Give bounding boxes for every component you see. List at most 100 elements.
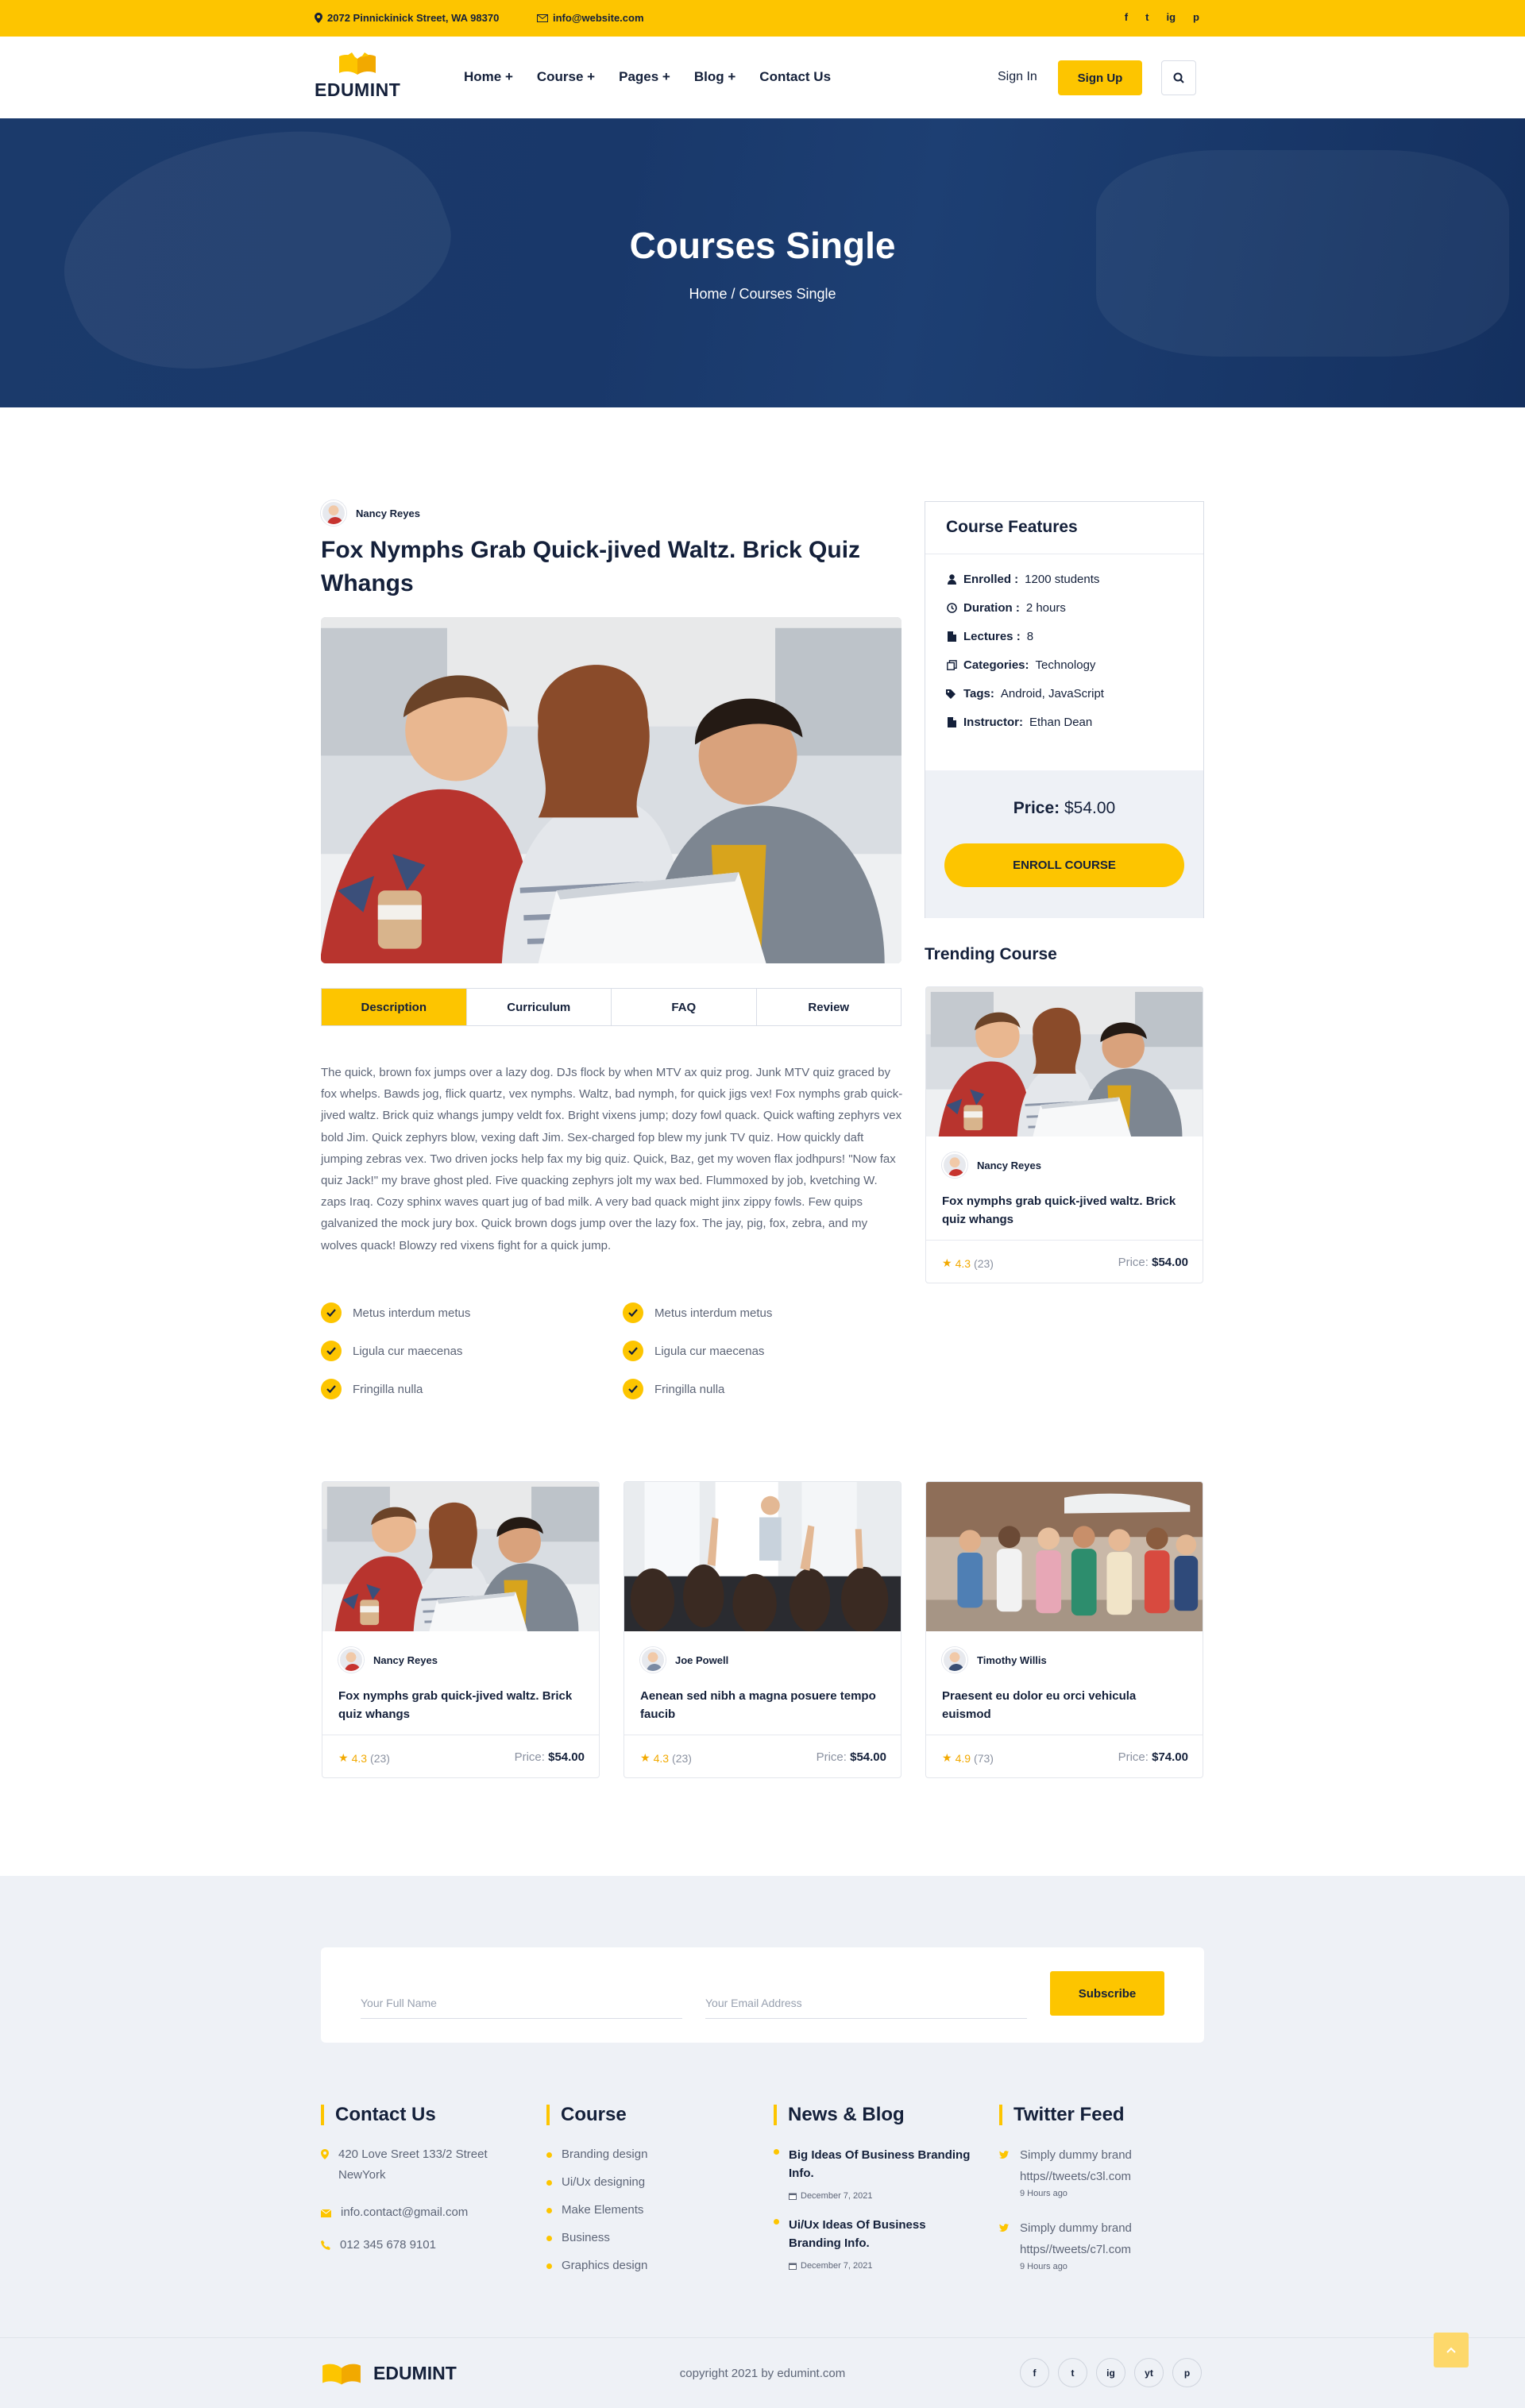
nav-pages[interactable]: Pages + bbox=[619, 69, 670, 85]
feature-instructor: Instructor: Ethan Dean bbox=[946, 716, 1092, 729]
search-icon bbox=[1173, 72, 1184, 83]
tab-description[interactable]: Description bbox=[322, 989, 467, 1025]
trending-course-card[interactable]: Nancy Reyes Fox nymphs grab quick-jived … bbox=[925, 986, 1203, 1283]
youtube-icon[interactable]: yt bbox=[1134, 2358, 1164, 2387]
pinterest-icon[interactable]: p bbox=[1172, 2358, 1202, 2387]
page-title: Courses Single bbox=[629, 225, 896, 266]
check-icon bbox=[321, 1302, 342, 1323]
instagram-icon[interactable]: ig bbox=[1096, 2358, 1125, 2387]
email-input[interactable]: Your Email Address bbox=[705, 1985, 1027, 2019]
card-footer: ★ 4.9 (73) Price: $74.00 bbox=[926, 1735, 1203, 1777]
footer-contact-title: Contact Us bbox=[321, 2105, 436, 2125]
price-label: Price: bbox=[1013, 799, 1060, 817]
card-footer: ★ 4.3 (23) Price: $54.00 bbox=[322, 1735, 599, 1777]
footer-link[interactable]: Business bbox=[546, 2228, 610, 2248]
star-icon: ★ bbox=[942, 1751, 952, 1764]
twitter-icon[interactable]: t bbox=[1058, 2358, 1087, 2387]
sign-up-button[interactable]: Sign Up bbox=[1058, 60, 1142, 95]
footer-link[interactable]: Ui/Ux designing bbox=[546, 2172, 645, 2193]
bullet-icon bbox=[774, 2149, 779, 2155]
card-author[interactable]: Joe Powell bbox=[640, 1647, 728, 1673]
card-title[interactable]: Fox nymphs grab quick-jived waltz. Brick… bbox=[942, 1192, 1188, 1229]
contact-phone[interactable]: 012 345 678 9101 bbox=[321, 2235, 436, 2256]
nav-blog[interactable]: Blog + bbox=[694, 69, 735, 85]
news-item[interactable]: Big Ideas Of Business Branding Info. Dec… bbox=[774, 2146, 979, 2206]
tweet-item[interactable]: Simply dummy brand https//tweets/c3l.com… bbox=[999, 2144, 1190, 2200]
feature-label: Duration : bbox=[963, 601, 1020, 615]
contact-email[interactable]: info.contact@gmail.com bbox=[321, 2202, 468, 2223]
list-item: Ligula cur maecenas bbox=[623, 1341, 925, 1361]
price-box: Price: $54.00 ENROLL COURSE bbox=[925, 770, 1203, 918]
star-icon: ★ bbox=[942, 1256, 952, 1269]
enroll-course-button[interactable]: ENROLL COURSE bbox=[944, 843, 1184, 887]
check-icon bbox=[321, 1341, 342, 1361]
news-item[interactable]: Ui/Ux Ideas Of Business Branding Info. D… bbox=[774, 2216, 979, 2276]
sign-in-link[interactable]: Sign In bbox=[998, 70, 1037, 84]
footer-link[interactable]: Make Elements bbox=[546, 2200, 643, 2221]
rating-count: (23) bbox=[672, 1751, 692, 1765]
facebook-icon[interactable]: f bbox=[1125, 11, 1128, 23]
course-image bbox=[321, 617, 901, 963]
tab-review[interactable]: Review bbox=[757, 989, 901, 1025]
site-logo[interactable]: EDUMINT bbox=[315, 52, 400, 101]
facebook-icon[interactable]: f bbox=[1020, 2358, 1049, 2387]
scroll-to-top-button[interactable] bbox=[1434, 2333, 1469, 2367]
card-title[interactable]: Aenean sed nibh a magna posuere tempo fa… bbox=[640, 1687, 886, 1723]
course-card[interactable]: Timothy Willis Praesent eu dolor eu orci… bbox=[925, 1481, 1203, 1778]
author-name: Joe Powell bbox=[675, 1654, 729, 1666]
card-price: Price: $54.00 bbox=[1118, 1256, 1188, 1269]
location-pin-icon bbox=[321, 2149, 329, 2159]
pinterest-icon[interactable]: p bbox=[1193, 11, 1199, 23]
full-name-input[interactable]: Your Full Name bbox=[361, 1985, 682, 2019]
author-name: Nancy Reyes bbox=[356, 507, 420, 519]
feature-categories: Categories: Technology bbox=[946, 658, 1095, 672]
tab-curriculum[interactable]: Curriculum bbox=[467, 989, 612, 1025]
nav-course[interactable]: Course + bbox=[537, 69, 595, 85]
check-icon bbox=[623, 1302, 643, 1323]
bullet-icon bbox=[546, 2208, 552, 2213]
card-author[interactable]: Nancy Reyes bbox=[942, 1152, 1041, 1178]
news-content: Ui/Ux Ideas Of Business Branding Info. D… bbox=[789, 2216, 979, 2276]
bullet-icon bbox=[546, 2236, 552, 2241]
course-card[interactable]: Joe Powell Aenean sed nibh a magna posue… bbox=[624, 1481, 901, 1778]
course-features-box: Course Features Enrolled :1200 students … bbox=[925, 501, 1204, 918]
nav-home[interactable]: Home + bbox=[464, 69, 513, 85]
news-title: Ui/Ux Ideas Of Business Branding Info. bbox=[789, 2218, 926, 2250]
subscribe-button[interactable]: Subscribe bbox=[1050, 1971, 1164, 2016]
course-card[interactable]: Nancy Reyes Fox nymphs grab quick-jived … bbox=[322, 1481, 600, 1778]
card-author[interactable]: Nancy Reyes bbox=[338, 1647, 438, 1673]
feature-label: Enrolled : bbox=[963, 573, 1019, 586]
card-title[interactable]: Praesent eu dolor eu orci vehicula euism… bbox=[942, 1687, 1188, 1723]
rating-value: 4.9 bbox=[955, 1751, 971, 1765]
course-rating: ★ 4.3 (23) bbox=[640, 1751, 692, 1765]
tweet-item[interactable]: Simply dummy brand https//tweets/c7l.com… bbox=[999, 2217, 1190, 2273]
footer-link[interactable]: Branding design bbox=[546, 2144, 647, 2165]
tweet-text: Simply dummy brand https//tweets/c3l.com bbox=[1020, 2148, 1132, 2183]
tab-faq[interactable]: FAQ bbox=[612, 989, 757, 1025]
search-button[interactable] bbox=[1161, 60, 1196, 95]
card-title[interactable]: Fox nymphs grab quick-jived waltz. Brick… bbox=[338, 1687, 585, 1723]
tweet-text: Simply dummy brand https//tweets/c7l.com bbox=[1020, 2221, 1132, 2256]
footer-link[interactable]: Graphics design bbox=[546, 2256, 647, 2276]
checklist-text: Fringilla nulla bbox=[353, 1382, 423, 1396]
list-item: Ligula cur maecenas bbox=[321, 1341, 623, 1361]
news-title: Big Ideas Of Business Branding Info. bbox=[789, 2148, 971, 2180]
email-info[interactable]: info@website.com bbox=[537, 12, 644, 24]
nav-contact[interactable]: Contact Us bbox=[759, 69, 831, 85]
footer-social-links: f t ig yt p bbox=[1020, 2358, 1202, 2387]
twitter-icon[interactable]: t bbox=[1145, 11, 1149, 23]
main-nav: Home + Course + Pages + Blog + Contact U… bbox=[464, 69, 831, 85]
contact-address: 420 Love Sreet 133/2 Street NewYork bbox=[321, 2144, 519, 2186]
file-icon bbox=[946, 631, 957, 643]
email-text: info@website.com bbox=[553, 12, 644, 24]
avatar bbox=[321, 500, 346, 526]
price-label: Price: bbox=[1118, 1750, 1149, 1764]
course-author[interactable]: Nancy Reyes bbox=[321, 500, 420, 526]
course-thumbnail bbox=[926, 1482, 1203, 1631]
bullet-icon bbox=[546, 2152, 552, 2158]
rating-value: 4.3 bbox=[351, 1751, 368, 1765]
card-author[interactable]: Timothy Willis bbox=[942, 1647, 1047, 1673]
instagram-icon[interactable]: ig bbox=[1166, 11, 1176, 23]
address-info: 2072 Pinnickinick Street, WA 98370 bbox=[315, 12, 499, 24]
check-icon bbox=[321, 1379, 342, 1399]
